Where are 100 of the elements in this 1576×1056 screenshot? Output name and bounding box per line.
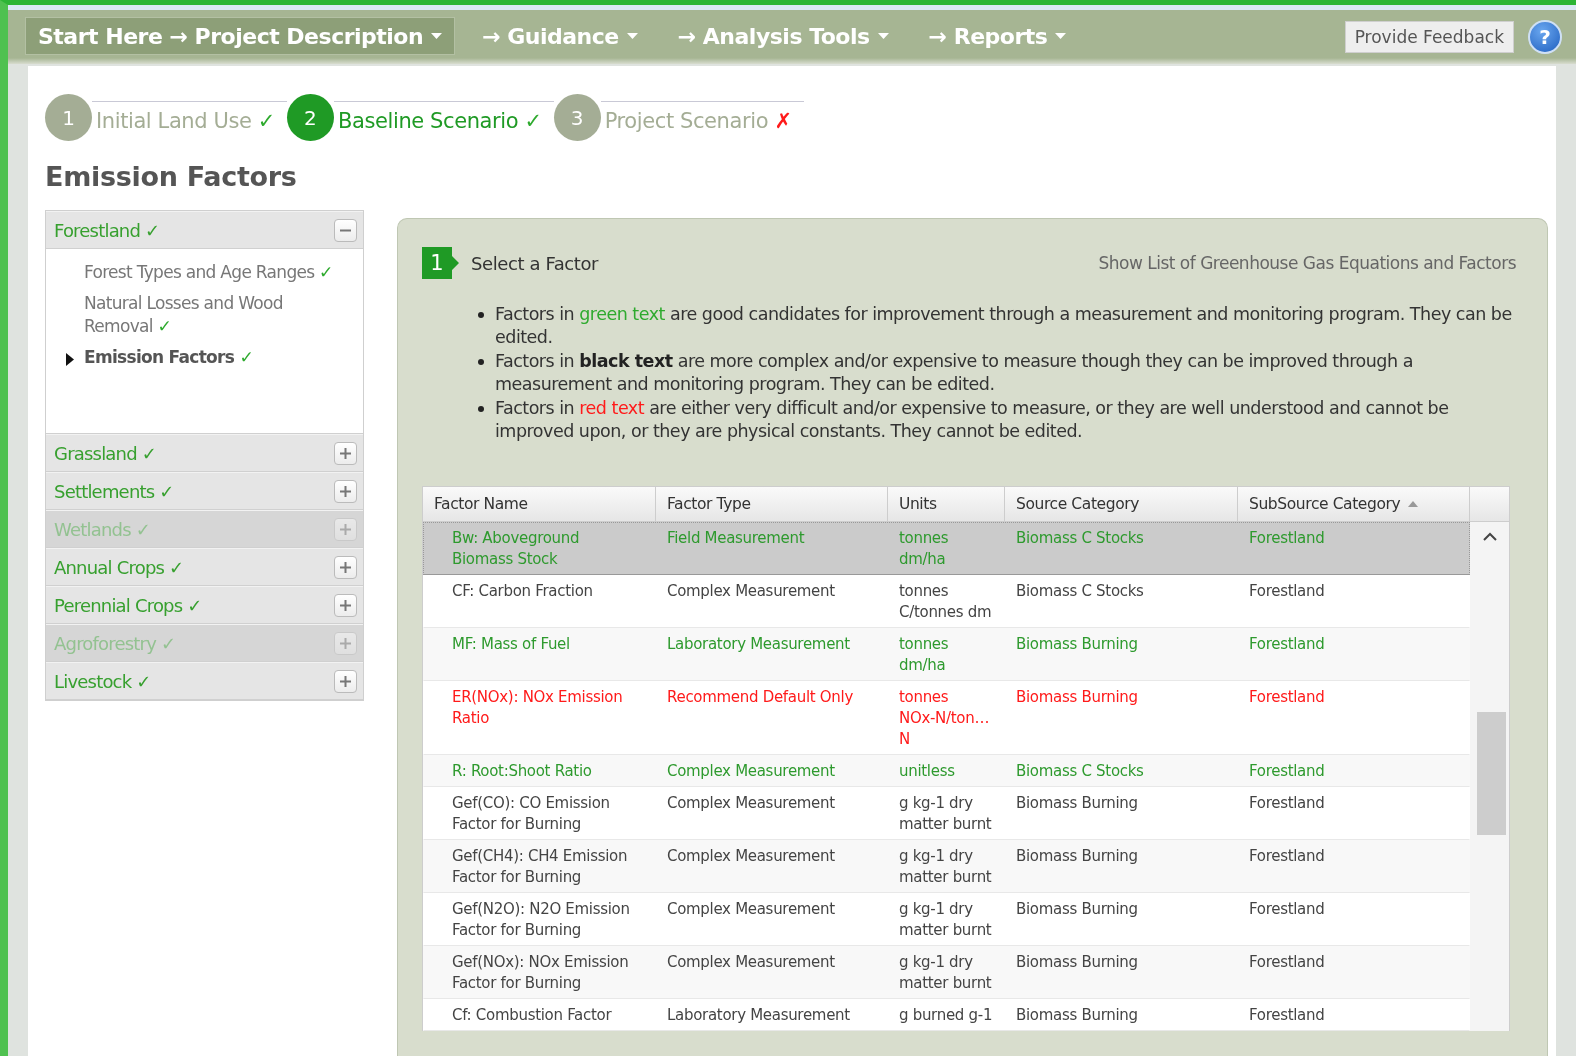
plus-icon bbox=[340, 675, 351, 687]
table-cell-text: Laboratory Measurement bbox=[666, 634, 851, 655]
scroll-up-icon[interactable] bbox=[1482, 532, 1497, 541]
nav-link[interactable]: Emission Factors ✓ bbox=[84, 346, 253, 369]
column-header[interactable]: Source Category bbox=[1005, 487, 1238, 521]
table-cell-text: Gef(NOx): NOx Emission Factor for Burning bbox=[451, 952, 630, 994]
step-number[interactable]: 2 bbox=[287, 94, 334, 141]
table-cell-text: Laboratory Measurement bbox=[666, 1005, 851, 1026]
table-cell-text: Complex Measurement bbox=[666, 846, 836, 867]
table-cell-text: Recommend Default Only bbox=[666, 687, 854, 708]
caret-icon bbox=[877, 33, 889, 39]
step-label[interactable]: Baseline Scenario ✓ bbox=[334, 101, 554, 136]
section-label[interactable]: Livestock ✓ bbox=[54, 670, 151, 692]
section-label[interactable]: Perennial Crops ✓ bbox=[54, 594, 202, 616]
table-cell-text: Forestland bbox=[1248, 581, 1326, 602]
table-cell-text: Complex Measurement bbox=[666, 581, 836, 602]
nav-link[interactable]: Natural Losses and Wood Removal ✓ bbox=[84, 292, 353, 338]
table-cell-text: tonnes C/tonnes dm bbox=[898, 581, 993, 623]
column-header[interactable]: Factor Name bbox=[423, 487, 656, 521]
equations-link[interactable]: Show List of Greenhouse Gas Equations and Factors bbox=[1098, 253, 1516, 273]
column-header[interactable]: Units bbox=[888, 487, 1005, 521]
bullet-icon bbox=[478, 312, 484, 318]
table-cell-text: Forestland bbox=[1248, 687, 1326, 708]
table-row[interactable]: R: Root:Shoot Ratio Complex Measurement unitless Biomass C Stocks Forestland bbox=[423, 755, 1470, 787]
plus-icon bbox=[340, 485, 351, 497]
step-number[interactable]: 1 bbox=[45, 94, 92, 141]
expand-button[interactable] bbox=[334, 441, 357, 465]
table-cell-text: Forestland bbox=[1248, 793, 1326, 814]
table-cell-text: Biomass C Stocks bbox=[1015, 581, 1145, 602]
expand-button[interactable] bbox=[334, 479, 357, 503]
table-cell-text: Forestland bbox=[1248, 761, 1326, 782]
table-row[interactable]: MF: Mass of Fuel Laboratory Measurement tonnes dm/ha Biomass Burning Forestland bbox=[423, 628, 1470, 681]
legend-text: Factors in red text are either very difficult and/or expensive to measure, or they are well understood and cannot be improved upon, or they are physical constants. They cannot be edited. bbox=[495, 397, 1450, 442]
bullet-icon bbox=[478, 406, 484, 412]
nav-menu[interactable]: → Guidance bbox=[469, 17, 651, 55]
table-cell-text: Forestland bbox=[1248, 528, 1326, 549]
table-cell-text: CF: Carbon Fraction bbox=[451, 581, 594, 602]
feedback-button[interactable]: Provide Feedback bbox=[1344, 21, 1514, 53]
plus-icon bbox=[340, 523, 351, 535]
table-cell-text: Complex Measurement bbox=[666, 761, 836, 782]
table-cell-text: tonnes NOx-N/ton… N bbox=[898, 687, 991, 750]
table-cell-text: Forestland bbox=[1248, 899, 1326, 920]
table-cell-text: Biomass Burning bbox=[1015, 793, 1139, 814]
expand-button[interactable] bbox=[334, 555, 357, 579]
step-number[interactable]: 3 bbox=[553, 94, 601, 141]
column-header[interactable]: SubSource Category bbox=[1238, 487, 1470, 521]
table-cell-text: ER(NOx): NOx Emission Ratio bbox=[451, 687, 624, 729]
table-cell-text: Field Measurement bbox=[666, 528, 806, 549]
table-cell-text: g kg-1 dry matter burnt bbox=[898, 952, 993, 994]
table-cell-text: R: Root:Shoot Ratio bbox=[451, 761, 593, 782]
step-label[interactable]: Initial Land Use ✓ bbox=[92, 101, 287, 136]
help-button[interactable]: ? bbox=[1528, 20, 1562, 54]
table-cell-text: tonnes dm/ha bbox=[898, 528, 950, 570]
section-label[interactable]: Grassland ✓ bbox=[54, 442, 157, 464]
legend-text: Factors in black text are more complex and/or expensive to measure though they can be improved through a measurement and monitoring program. They can be edited. bbox=[495, 350, 1414, 395]
table-cell-text: tonnes dm/ha bbox=[898, 634, 950, 676]
caret-icon bbox=[626, 33, 638, 39]
table-cell-text: unitless bbox=[898, 761, 956, 782]
table-cell-text: g kg-1 dry matter burnt bbox=[898, 793, 993, 835]
nav-link[interactable]: Forest Types and Age Ranges ✓ bbox=[84, 261, 333, 284]
table-cell-text: Biomass Burning bbox=[1015, 687, 1139, 708]
section-label[interactable]: Forestland ✓ bbox=[54, 219, 160, 241]
table-cell-text: Bw: Aboveground Biomass Stock bbox=[451, 528, 581, 570]
table-cell-text: Biomass Burning bbox=[1015, 952, 1139, 973]
caret-icon bbox=[1055, 33, 1067, 39]
table-cell-text: Forestland bbox=[1248, 1005, 1326, 1026]
expand-button[interactable] bbox=[334, 669, 357, 693]
column-header[interactable]: Factor Type bbox=[656, 487, 888, 521]
table-cell-text: Forestland bbox=[1248, 952, 1326, 973]
nav-menu[interactable]: Start Here → Project Description bbox=[25, 17, 456, 55]
table-cell-text: Biomass Burning bbox=[1015, 846, 1139, 867]
step-label[interactable]: Project Scenario ✗ bbox=[600, 101, 804, 136]
section-label[interactable]: Settlements ✓ bbox=[54, 480, 174, 502]
table-cell-text: Gef(N2O): N2O Emission Factor for Burning bbox=[451, 899, 631, 941]
table-cell-text: g kg-1 dry matter burnt bbox=[898, 846, 993, 888]
table-row[interactable]: Bw: Aboveground Biomass Stock Field Measurement tonnes dm/ha Biomass C Stocks Forestland bbox=[423, 522, 1470, 575]
table-cell-text: Gef(CO): CO Emission Factor for Burning bbox=[451, 793, 611, 835]
table-cell-text: Gef(CH4): CH4 Emission Factor for Burning bbox=[451, 846, 629, 888]
expand-button[interactable] bbox=[334, 593, 357, 617]
panel-heading: Select a Factor bbox=[471, 252, 599, 274]
scrollbar[interactable] bbox=[1470, 522, 1509, 1031]
nav-menu[interactable]: → Reports bbox=[915, 17, 1080, 55]
table-cell-text: Biomass Burning bbox=[1015, 1005, 1139, 1026]
table-cell-text: Forestland bbox=[1248, 634, 1326, 655]
table-row[interactable]: Gef(CH4): CH4 Emission Factor for Burning Complex Measurement g kg-1 dry matter burnt Biomass Burning Forestland bbox=[423, 840, 1470, 893]
table-cell-text: Complex Measurement bbox=[666, 952, 836, 973]
table-cell-text: Complex Measurement bbox=[666, 793, 836, 814]
plus-icon bbox=[340, 637, 351, 649]
table-cell-text: g kg-1 dry matter burnt bbox=[898, 899, 993, 941]
table-cell-text: Biomass C Stocks bbox=[1015, 528, 1145, 549]
nav-menu[interactable]: → Analysis Tools bbox=[664, 17, 902, 55]
table-cell-text: Cf: Combustion Factor bbox=[451, 1005, 613, 1026]
table-cell-text: Biomass Burning bbox=[1015, 634, 1139, 655]
table-cell-text: Biomass Burning bbox=[1015, 899, 1139, 920]
page-title: Emission Factors bbox=[45, 161, 298, 192]
section-label[interactable]: Annual Crops ✓ bbox=[54, 556, 184, 578]
scrollbar-thumb[interactable] bbox=[1477, 712, 1506, 835]
table-row[interactable]: Gef(NOx): NOx Emission Factor for Burning Complex Measurement g kg-1 dry matter burnt Biomass Burning Forestland bbox=[423, 946, 1470, 999]
table-cell-text: Forestland bbox=[1248, 846, 1326, 867]
plus-icon bbox=[340, 561, 351, 573]
